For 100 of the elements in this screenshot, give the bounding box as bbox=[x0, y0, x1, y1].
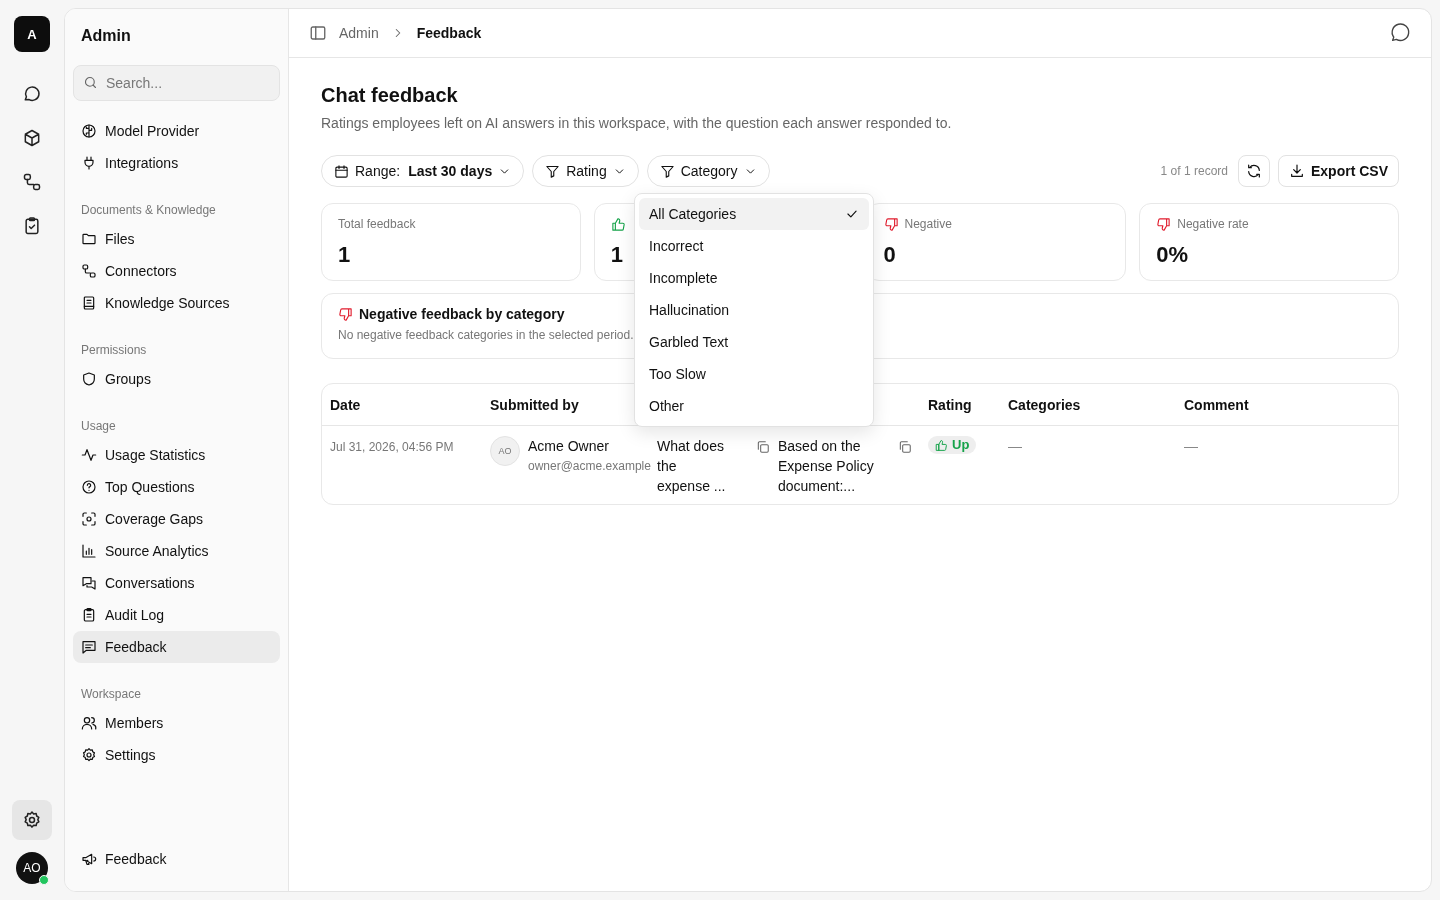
breadcrumb-link[interactable]: Admin bbox=[339, 25, 379, 41]
submitter-email: owner@acme.example bbox=[528, 458, 651, 475]
document-icon bbox=[81, 295, 97, 311]
settings-button[interactable] bbox=[12, 800, 52, 840]
thumbs-up-icon bbox=[935, 438, 948, 452]
filter-dropdown[interactable]: Category bbox=[646, 155, 770, 187]
export-button[interactable]: Export CSV bbox=[1278, 155, 1399, 187]
settings-icon bbox=[22, 810, 42, 830]
dropdown-option[interactable]: Garbled Text bbox=[639, 326, 869, 358]
sidebar-item[interactable]: Audit Log bbox=[73, 599, 280, 631]
copy-button[interactable] bbox=[756, 440, 770, 454]
comment-cell: — bbox=[1184, 438, 1198, 454]
question-cell-text: What does the expense ... bbox=[657, 437, 727, 496]
scan-icon bbox=[81, 511, 97, 527]
sidebar-item[interactable]: Settings bbox=[73, 739, 280, 771]
dropdown-option[interactable]: Incomplete bbox=[639, 262, 869, 294]
search-field[interactable]: Search... bbox=[73, 65, 280, 101]
stat-value: 0% bbox=[1156, 242, 1189, 268]
nodes-icon bbox=[81, 263, 97, 279]
sidebar-item[interactable]: Coverage Gaps bbox=[73, 503, 280, 535]
stat-value: 0 bbox=[883, 242, 896, 268]
thumbs-down-icon bbox=[883, 216, 899, 232]
filter-dropdown[interactable]: Rating bbox=[532, 155, 639, 187]
plug-icon bbox=[81, 155, 97, 171]
column-header: Comment bbox=[1183, 396, 1250, 413]
copy-icon bbox=[756, 440, 770, 454]
folder-icon bbox=[81, 231, 97, 247]
sidebar-item[interactable]: Usage Statistics bbox=[73, 439, 280, 471]
answer-cell-text: Based on the Expense Policy document:... bbox=[778, 437, 875, 496]
sidebar-item[interactable]: Top Questions bbox=[73, 471, 280, 503]
globe-icon bbox=[81, 123, 97, 139]
stat-label: Total feedback bbox=[338, 217, 416, 231]
dropdown-option[interactable]: Too Slow bbox=[639, 358, 869, 390]
sidebar-toggle-icon bbox=[309, 24, 327, 42]
panel-title: Negative feedback by category bbox=[359, 306, 565, 322]
megaphone-icon bbox=[81, 851, 97, 867]
section-label: Usage bbox=[80, 418, 117, 435]
page-title: Chat feedback bbox=[321, 84, 459, 107]
column-header: Rating bbox=[927, 396, 973, 413]
sidebar-item[interactable]: Model Provider bbox=[73, 115, 280, 147]
sidebar-item[interactable]: Integrations bbox=[73, 147, 280, 179]
refresh-button[interactable] bbox=[1238, 155, 1270, 187]
settings-icon bbox=[81, 747, 97, 763]
thumbs-up-icon bbox=[610, 216, 626, 232]
cube-icon bbox=[22, 128, 42, 148]
dropdown-option[interactable]: Incorrect bbox=[639, 230, 869, 262]
calendar-icon bbox=[334, 163, 349, 179]
sidebar-item[interactable]: Source Analytics bbox=[73, 535, 280, 567]
column-header: Date bbox=[329, 396, 362, 413]
section-label: Permissions bbox=[80, 342, 148, 359]
sidebar-item[interactable]: Files bbox=[73, 223, 280, 255]
sidebar-toggle[interactable] bbox=[309, 24, 327, 42]
thumbs-down-icon bbox=[338, 306, 353, 322]
clipboard-check-icon bbox=[22, 216, 42, 236]
stat-label: Negative rate bbox=[1177, 217, 1249, 231]
dropdown-option[interactable]: All Categories bbox=[639, 198, 869, 230]
user-avatar: AO bbox=[490, 436, 520, 466]
sidebar-item[interactable]: Feedback bbox=[73, 843, 280, 875]
stat-label: Negative bbox=[904, 217, 952, 231]
breadcrumb-link[interactable]: Feedback bbox=[416, 25, 482, 41]
empty-message: No negative feedback categories in the selected period. bbox=[338, 328, 634, 342]
copy-icon bbox=[898, 440, 912, 454]
sidebar-item[interactable]: Knowledge Sources bbox=[73, 287, 280, 319]
refresh-icon bbox=[1246, 163, 1262, 179]
message-icon bbox=[81, 639, 97, 655]
conversation-icon bbox=[81, 575, 97, 591]
sidebar-item[interactable]: Members bbox=[73, 707, 280, 739]
sidebar-item[interactable]: Conversations bbox=[73, 567, 280, 599]
record-count: 1 of 1 record bbox=[1160, 164, 1228, 178]
column-header: Categories bbox=[1007, 396, 1082, 413]
chat-bubble-icon bbox=[1389, 22, 1411, 44]
nodes-icon bbox=[22, 172, 42, 192]
thumbs-down-icon bbox=[1156, 216, 1172, 232]
filter-icon bbox=[545, 163, 561, 179]
chat-bubble-icon bbox=[22, 84, 42, 104]
rating-badge: Up bbox=[928, 436, 977, 454]
sidebar-item[interactable]: Connectors bbox=[73, 255, 280, 287]
section-label: Documents & Knowledge bbox=[80, 202, 217, 219]
question-icon bbox=[81, 479, 97, 495]
copy-button[interactable] bbox=[898, 440, 912, 454]
date-cell: Jul 31, 2026, 04:56 PM bbox=[330, 440, 454, 454]
sidebar-item[interactable]: Groups bbox=[73, 363, 280, 395]
sidebar-title: Admin bbox=[80, 26, 132, 46]
bar-chart-icon bbox=[81, 543, 97, 559]
download-icon bbox=[1289, 163, 1305, 179]
range-dropdown[interactable]: Range: Last 30 days bbox=[321, 155, 525, 187]
dropdown-option[interactable]: Other bbox=[639, 390, 869, 422]
sidebar-item[interactable]: Feedback bbox=[73, 631, 280, 663]
shield-icon bbox=[81, 371, 97, 387]
user-avatar[interactable]: AO bbox=[16, 852, 48, 884]
workspace-logo[interactable]: A bbox=[14, 16, 50, 52]
dropdown-option[interactable]: Hallucination bbox=[639, 294, 869, 326]
categories-cell: — bbox=[1008, 438, 1022, 454]
page-subtitle: Ratings employees left on AI answers in this workspace, with the question each answer responded to. bbox=[321, 115, 953, 131]
activity-icon bbox=[81, 447, 97, 463]
stat-value: 1 bbox=[610, 242, 623, 268]
filter-icon bbox=[659, 163, 675, 179]
users-icon bbox=[81, 715, 97, 731]
section-label: Workspace bbox=[80, 686, 142, 703]
clipboard-list-icon bbox=[81, 607, 97, 623]
